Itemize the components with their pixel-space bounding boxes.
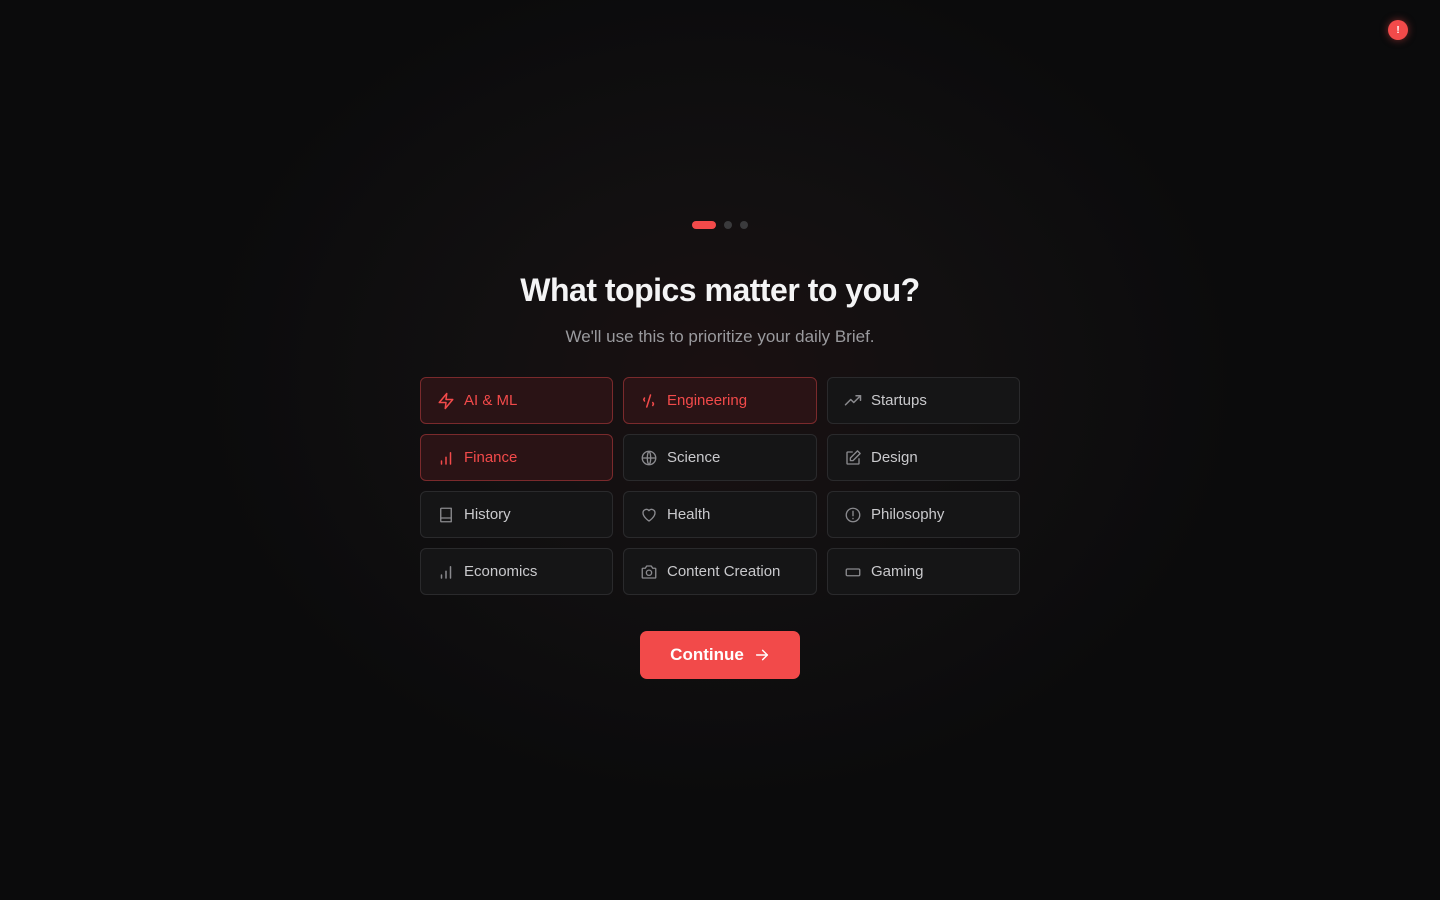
step-indicator [692, 221, 748, 229]
topic-label: Health [667, 506, 711, 523]
notification-badge[interactable]: ! [1388, 20, 1408, 40]
topic-finance[interactable]: Finance [420, 434, 613, 481]
topic-engineering[interactable]: Engineering [623, 377, 817, 424]
arrow-right-icon [755, 649, 768, 661]
topic-label: Startups [871, 392, 927, 409]
topic-history[interactable]: History [420, 491, 613, 538]
topic-label: Finance [464, 449, 518, 466]
trending-up-icon [844, 392, 862, 410]
bar-chart-icon [437, 449, 455, 467]
topic-philosophy[interactable]: Philosophy [827, 491, 1020, 538]
step-dot-3 [740, 221, 748, 229]
topic-ai-ml[interactable]: AI & ML [420, 377, 613, 424]
topic-grid: AI & ML Engineering Startups Finance Sci… [420, 377, 1020, 595]
topic-economics[interactable]: Economics [420, 548, 613, 595]
code-icon [640, 392, 658, 410]
topic-label: Engineering [667, 392, 748, 409]
topic-label: Content Creation [667, 563, 781, 580]
alert-circle-icon [844, 506, 862, 524]
topic-design[interactable]: Design [827, 434, 1020, 481]
continue-button[interactable]: Continue [640, 631, 800, 679]
page-subtitle: We'll use this to prioritize your daily … [565, 327, 875, 346]
topic-health[interactable]: Health [623, 491, 817, 538]
camera-icon [640, 563, 658, 581]
heart-icon [640, 506, 658, 524]
notification-badge-glyph: ! [1396, 24, 1400, 36]
topic-content-creation[interactable]: Content Creation [623, 548, 817, 595]
page-title: What topics matter to you? [520, 272, 920, 308]
bolt-icon [437, 392, 455, 410]
gamepad-icon [844, 563, 862, 581]
topic-label: Science [667, 449, 721, 466]
topic-gaming[interactable]: Gaming [827, 548, 1020, 595]
topic-label: AI & ML [464, 392, 518, 409]
topic-label: Gaming [871, 563, 924, 580]
topic-label: Philosophy [871, 506, 945, 523]
onboarding-screen: ! What topics matter to you? We'll use t… [0, 0, 1440, 900]
topic-science[interactable]: Science [623, 434, 817, 481]
step-dot-1 [692, 221, 716, 229]
edit-icon [844, 449, 862, 467]
topic-startups[interactable]: Startups [827, 377, 1020, 424]
continue-button-label: Continue [670, 645, 744, 664]
topic-label: Economics [464, 563, 538, 580]
topic-label: History [464, 506, 511, 523]
bar-chart-icon [437, 563, 455, 581]
step-dot-2 [724, 221, 732, 229]
topic-label: Design [871, 449, 918, 466]
book-icon [437, 506, 455, 524]
globe-icon [640, 449, 658, 467]
